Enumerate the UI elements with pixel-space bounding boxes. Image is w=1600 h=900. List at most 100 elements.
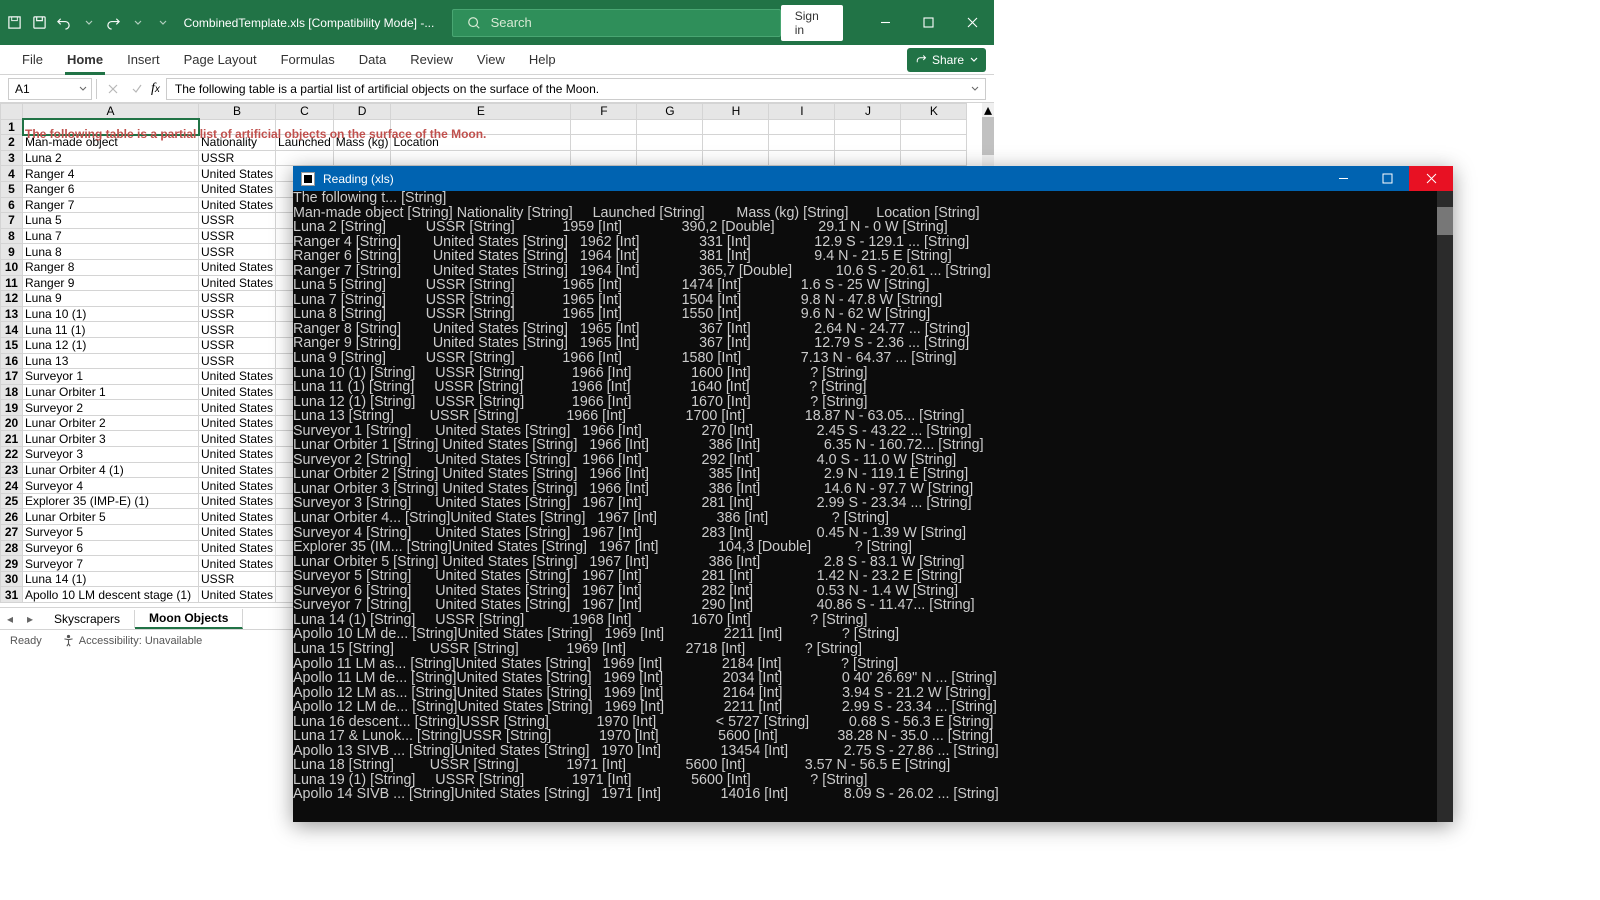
col-header-D[interactable]: D (333, 104, 391, 120)
row-header[interactable]: 8 (1, 228, 23, 244)
console-scroll-thumb[interactable] (1437, 207, 1453, 235)
qat-dropdown-icon[interactable] (153, 12, 174, 34)
row-header[interactable]: 29 (1, 556, 23, 572)
cell[interactable] (769, 119, 835, 135)
cell[interactable]: Lunar Orbiter 2 (23, 415, 199, 431)
cell[interactable]: USSR (199, 306, 276, 322)
row-header[interactable]: 13 (1, 306, 23, 322)
cell[interactable] (571, 119, 637, 135)
col-header-K[interactable]: K (901, 104, 967, 120)
cell[interactable]: United States (199, 369, 276, 385)
console-scrollbar[interactable] (1437, 191, 1453, 822)
row-header[interactable]: 10 (1, 259, 23, 275)
cell[interactable] (769, 150, 835, 166)
maximize-button[interactable] (907, 0, 951, 45)
cell[interactable]: Luna 8 (23, 244, 199, 260)
row-header[interactable]: 1 (1, 119, 23, 135)
redo-icon[interactable] (103, 12, 124, 34)
cell[interactable]: United States (199, 509, 276, 525)
col-header-H[interactable]: H (703, 104, 769, 120)
cell[interactable]: United States (199, 259, 276, 275)
cell[interactable] (901, 150, 967, 166)
cell[interactable] (835, 119, 901, 135)
cell[interactable]: United States (199, 540, 276, 556)
cell[interactable]: USSR (199, 353, 276, 369)
enter-formula-icon[interactable] (127, 83, 147, 95)
cell[interactable]: USSR (199, 150, 276, 166)
col-header-J[interactable]: J (835, 104, 901, 120)
row-header[interactable]: 19 (1, 400, 23, 416)
cell[interactable]: Luna 12 (1) (23, 337, 199, 353)
cell[interactable]: Surveyor 6 (23, 540, 199, 556)
row-header[interactable]: 21 (1, 431, 23, 447)
console-maximize-button[interactable] (1365, 166, 1409, 191)
cell[interactable]: United States (199, 400, 276, 416)
cell[interactable]: Luna 7 (23, 228, 199, 244)
row-header[interactable]: 28 (1, 540, 23, 556)
cell[interactable] (391, 150, 571, 166)
cell[interactable]: Lunar Orbiter 4 (1) (23, 462, 199, 478)
signin-button[interactable]: Sign in (781, 5, 844, 41)
cell[interactable]: United States (199, 384, 276, 400)
sheet-nav-right[interactable]: ▸ (20, 612, 40, 626)
cell[interactable]: USSR (199, 337, 276, 353)
row-header[interactable]: 27 (1, 525, 23, 541)
row-header[interactable]: 23 (1, 462, 23, 478)
cell[interactable]: United States (199, 478, 276, 494)
cell[interactable] (571, 150, 637, 166)
row-header[interactable]: 9 (1, 244, 23, 260)
cell[interactable]: Surveyor 3 (23, 447, 199, 463)
col-header-F[interactable]: F (571, 104, 637, 120)
cell[interactable]: Surveyor 5 (23, 525, 199, 541)
cell[interactable]: Lunar Orbiter 5 (23, 509, 199, 525)
row-header[interactable]: 4 (1, 166, 23, 182)
cell[interactable]: USSR (199, 228, 276, 244)
cell[interactable]: Surveyor 7 (23, 556, 199, 572)
row-header[interactable]: 25 (1, 493, 23, 509)
cell[interactable]: Luna 2 (23, 150, 199, 166)
ribbon-tab-insert[interactable]: Insert (115, 45, 172, 75)
cell[interactable] (637, 150, 703, 166)
cell[interactable]: United States (199, 181, 276, 197)
col-header-I[interactable]: I (769, 104, 835, 120)
console-body[interactable]: The following t... [String] Man-made obj… (293, 191, 1453, 822)
undo-icon[interactable] (54, 12, 75, 34)
save-icon[interactable] (29, 12, 50, 34)
ribbon-tab-file[interactable]: File (10, 45, 55, 75)
cell[interactable]: USSR (199, 291, 276, 307)
row-header[interactable]: 2 (1, 135, 23, 151)
cell[interactable]: Explorer 35 (IMP-E) (1) (23, 493, 199, 509)
scroll-thumb[interactable] (982, 117, 994, 155)
cell[interactable]: United States (199, 197, 276, 213)
cell[interactable]: United States (199, 415, 276, 431)
ribbon-tab-help[interactable]: Help (517, 45, 568, 75)
cell[interactable] (571, 135, 637, 151)
row-header[interactable]: 15 (1, 337, 23, 353)
row-header[interactable]: 6 (1, 197, 23, 213)
cell[interactable] (703, 150, 769, 166)
formula-input[interactable]: The following table is a partial list of… (166, 78, 986, 100)
cell[interactable]: Ranger 9 (23, 275, 199, 291)
row-header[interactable]: 14 (1, 322, 23, 338)
cell[interactable]: Ranger 7 (23, 197, 199, 213)
cell[interactable]: Luna 11 (1) (23, 322, 199, 338)
cell[interactable] (276, 150, 334, 166)
sheet-nav-left[interactable]: ◂ (0, 612, 20, 626)
redo-dropdown-icon[interactable] (128, 12, 149, 34)
cell[interactable]: Luna 14 (1) (23, 571, 199, 587)
cell-A1[interactable]: The following table is a partial list of… (23, 119, 199, 135)
cell[interactable] (333, 150, 391, 166)
col-header-C[interactable]: C (276, 104, 334, 120)
row-header[interactable]: 16 (1, 353, 23, 369)
console-minimize-button[interactable] (1321, 166, 1365, 191)
cell[interactable]: United States (199, 431, 276, 447)
row-header[interactable]: 31 (1, 587, 23, 603)
cell[interactable] (637, 119, 703, 135)
sheet-tab-skyscrapers[interactable]: Skyscrapers (40, 610, 135, 628)
console-close-button[interactable] (1409, 166, 1453, 191)
name-box[interactable]: A1 (8, 78, 92, 100)
cell[interactable]: Luna 13 (23, 353, 199, 369)
row-header[interactable]: 26 (1, 509, 23, 525)
cell[interactable]: Apollo 10 LM descent stage (1) (23, 587, 199, 603)
cell[interactable]: United States (199, 462, 276, 478)
